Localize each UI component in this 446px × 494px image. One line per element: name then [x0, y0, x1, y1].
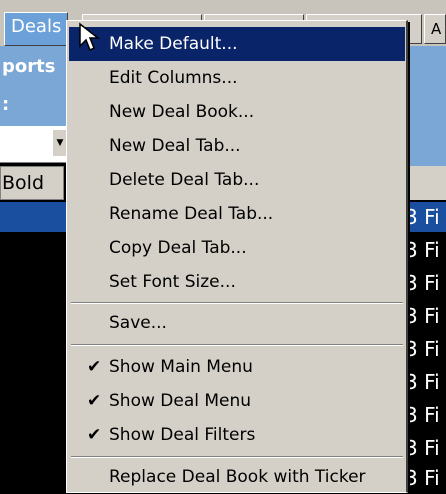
tab-deals[interactable]: Deals: [4, 12, 68, 46]
menu-item-set-font-size[interactable]: Set Font Size...: [69, 265, 405, 299]
table-row[interactable]: [0, 301, 66, 331]
menu-item-show-main-menu[interactable]: ✔ Show Main Menu: [69, 350, 405, 384]
table-row[interactable]: [0, 400, 66, 430]
menu-item-label: Show Main Menu: [109, 357, 253, 377]
menu-separator: [71, 456, 403, 458]
menu-item-label: Set Font Size...: [109, 272, 236, 292]
menu-item-label: Rename Deal Tab...: [109, 204, 274, 224]
menu-item-new-deal-tab[interactable]: New Deal Tab...: [69, 129, 405, 163]
filter-label-bar: :: [0, 90, 66, 126]
table-cell[interactable]: 3 Fi: [405, 463, 446, 493]
chevron-down-icon[interactable]: ▼: [52, 130, 67, 156]
table-row[interactable]: [0, 202, 66, 232]
table-cell[interactable]: 3 Fi: [405, 268, 446, 298]
menu-item-delete-deal-tab[interactable]: Delete Deal Tab...: [69, 163, 405, 197]
column-header-right[interactable]: [405, 166, 446, 200]
table-cell[interactable]: 3 Fi: [405, 202, 446, 232]
menu-separator: [71, 302, 403, 304]
menu-item-label: Copy Deal Tab...: [109, 238, 247, 258]
table-row[interactable]: [0, 268, 66, 298]
table-row[interactable]: [0, 367, 66, 397]
menu-item-replace-deal-book-with-ticker[interactable]: Replace Deal Book with Ticker: [69, 460, 405, 494]
menu-item-save[interactable]: Save...: [69, 306, 405, 340]
filter-dropdown[interactable]: ▼: [0, 126, 67, 163]
table-cell[interactable]: 3 Fi: [405, 367, 446, 397]
menu-item-make-default[interactable]: Make Default...: [69, 27, 405, 61]
menu-item-show-deal-menu[interactable]: ✔ Show Deal Menu: [69, 384, 405, 418]
table-cell[interactable]: 3 Fi: [405, 433, 446, 463]
mouse-pointer-icon: [79, 22, 101, 52]
table-row[interactable]: [0, 334, 66, 364]
checkmark-icon: ✔: [87, 391, 102, 411]
reports-label: ports: [2, 56, 56, 77]
menu-item-label: Save...: [109, 313, 167, 333]
checkmark-icon: ✔: [87, 425, 102, 445]
table-cell[interactable]: 3 Fi: [405, 334, 446, 364]
menu-item-label: New Deal Book...: [109, 102, 255, 122]
checkmark-icon: ✔: [87, 357, 102, 377]
menu-item-rename-deal-tab[interactable]: Rename Deal Tab...: [69, 197, 405, 231]
menu-separator: [71, 344, 403, 346]
tab-a[interactable]: A: [424, 14, 446, 44]
menu-item-label: New Deal Tab...: [109, 136, 241, 156]
filter-label: :: [2, 94, 10, 115]
table-cell[interactable]: 3 Fi: [405, 400, 446, 430]
menu-item-label: Edit Columns...: [109, 68, 238, 88]
table-row[interactable]: [0, 235, 66, 265]
menu-item-edit-columns[interactable]: Edit Columns...: [69, 61, 405, 95]
menu-item-label: Replace Deal Book with Ticker: [109, 467, 366, 487]
table-cell[interactable]: 3 Fi: [405, 235, 446, 265]
column-header-label: Bold: [2, 172, 44, 194]
menu-item-label: Make Default...: [109, 34, 238, 54]
menu-item-copy-deal-tab[interactable]: Copy Deal Tab...: [69, 231, 405, 265]
table-row[interactable]: [0, 433, 66, 463]
table-cell[interactable]: 3 Fi: [405, 301, 446, 331]
right-header-bar: [405, 46, 446, 170]
column-header-bold[interactable]: Bold: [0, 166, 64, 200]
table-row[interactable]: [0, 463, 66, 493]
menu-item-new-deal-book[interactable]: New Deal Book...: [69, 95, 405, 129]
menu-item-show-deal-filters[interactable]: ✔ Show Deal Filters: [69, 418, 405, 452]
menu-item-label: Show Deal Filters: [109, 425, 256, 445]
menu-item-label: Delete Deal Tab...: [109, 170, 260, 190]
menu-item-label: Show Deal Menu: [109, 391, 252, 411]
reports-label-bar: ports: [0, 46, 66, 90]
context-menu: Make Default... Edit Columns... New Deal…: [66, 20, 408, 493]
